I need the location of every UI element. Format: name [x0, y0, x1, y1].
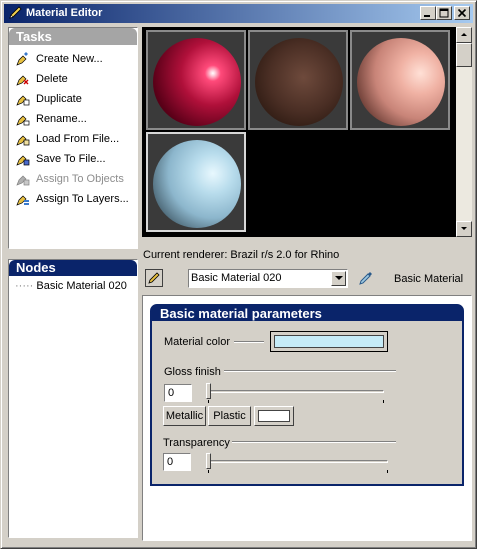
gloss-slider-thumb[interactable] [206, 383, 211, 399]
task-label: Load From File... [36, 133, 120, 145]
assign-objects-icon [16, 175, 30, 186]
material-swatch-brown[interactable] [248, 30, 348, 130]
basic-material-params: Basic material parameters Material color… [150, 304, 464, 486]
tasks-header: Tasks [9, 28, 137, 45]
transparency-slider-thumb[interactable] [206, 453, 211, 469]
material-color-label: Material color [164, 336, 231, 348]
transparency-input[interactable]: 0 [163, 453, 191, 471]
dropdown-button[interactable] [331, 271, 346, 286]
slider-tick [387, 470, 388, 473]
material-swatches [142, 27, 456, 237]
divider [232, 441, 396, 443]
gloss-slider-track[interactable] [206, 390, 384, 393]
task-label: Save To File... [36, 153, 106, 165]
swatch-scrollbar[interactable] [456, 27, 472, 237]
save-file-icon [16, 155, 30, 166]
swatch-sphere [153, 140, 241, 228]
plastic-button[interactable]: Plastic [208, 406, 251, 426]
material-swatch-red[interactable] [146, 30, 246, 130]
window-title: Material Editor [26, 7, 103, 19]
create-new-icon [16, 52, 28, 66]
gloss-color-swatch [258, 410, 290, 422]
slider-tick [383, 400, 384, 403]
current-renderer: Current renderer: Brazil r/s 2.0 for Rhi… [143, 249, 340, 261]
minimize-icon [424, 15, 430, 17]
scroll-down-button[interactable] [456, 221, 472, 237]
swatch-sphere [255, 38, 343, 126]
params-header: Basic material parameters [152, 306, 462, 321]
gloss-finish-label: Gloss finish [164, 366, 221, 378]
assign-layers-icon [16, 195, 29, 206]
task-label: Assign To Layers... [36, 193, 129, 205]
node-label: Basic Material 020 [36, 280, 127, 292]
material-swatch-pink[interactable] [350, 30, 450, 130]
material-type-label: Basic Material [394, 273, 464, 285]
gloss-color-button[interactable] [254, 406, 294, 426]
duplicate-icon [16, 95, 30, 106]
tree-connector: ····· [15, 280, 34, 292]
scroll-up-button[interactable] [456, 27, 472, 43]
material-select-value: Basic Material 020 [191, 272, 282, 284]
task-label: Duplicate [36, 93, 82, 105]
maximize-icon [439, 8, 449, 18]
task-label: Assign To Objects [36, 173, 124, 185]
maximize-button[interactable] [436, 6, 452, 20]
nodes-header: Nodes [9, 260, 137, 276]
scroll-thumb[interactable] [456, 43, 472, 67]
minimize-button[interactable] [420, 6, 436, 20]
transparency-label: Transparency [163, 437, 230, 449]
load-file-icon [16, 135, 30, 146]
tasks-panel: Tasks Create New... Delete Duplicate Rename… [8, 27, 138, 249]
material-swatch-light-blue[interactable] [146, 132, 246, 232]
arrow-down-icon [461, 227, 467, 230]
nodes-panel: Nodes ····· Basic Material 020 [8, 259, 138, 538]
divider [234, 341, 264, 343]
material-select[interactable]: Basic Material 020 [188, 269, 348, 288]
edit-material-icon[interactable] [145, 269, 163, 287]
material-editor-window: Material Editor Tasks Create New... Delet… [0, 0, 477, 549]
material-color-swatch [274, 335, 384, 348]
chevron-down-icon [335, 276, 343, 280]
transparency-slider-track[interactable] [206, 460, 388, 463]
close-icon [457, 8, 467, 18]
gloss-input[interactable]: 0 [164, 384, 192, 402]
swatch-sphere [153, 38, 241, 126]
arrow-up-icon [461, 33, 467, 36]
task-label: Delete [36, 73, 68, 85]
divider [224, 370, 396, 372]
metallic-button[interactable]: Metallic [163, 406, 206, 426]
swatch-sphere [357, 38, 445, 126]
slider-tick [208, 470, 209, 473]
eyedropper-icon[interactable] [357, 269, 375, 287]
material-color-button[interactable] [270, 331, 388, 352]
params-body: Material color Gloss finish 0 Metallic P… [152, 321, 462, 484]
task-label: Rename... [36, 113, 87, 125]
rename-icon [16, 115, 30, 126]
slider-tick [208, 400, 209, 403]
title-bar[interactable]: Material Editor [4, 4, 473, 23]
task-label: Create New... [36, 53, 103, 65]
pencil-icon [9, 6, 22, 19]
node-item[interactable]: ····· Basic Material 020 [15, 280, 127, 292]
close-button[interactable] [454, 6, 470, 20]
delete-icon [16, 75, 29, 86]
